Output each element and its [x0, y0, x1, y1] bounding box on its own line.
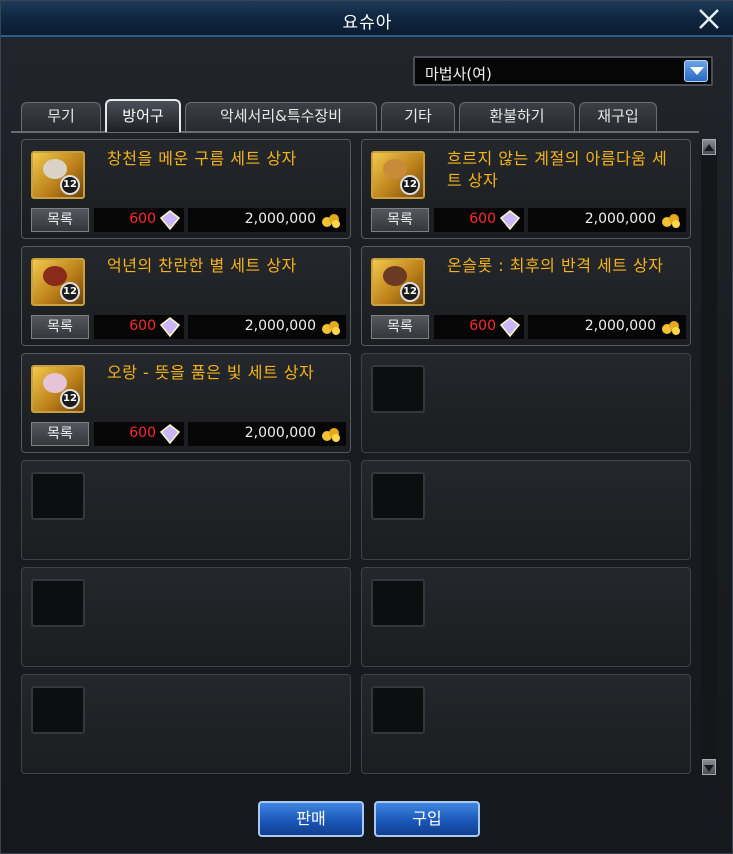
empty-icon-frame — [31, 472, 85, 520]
price-field: 2,000,000 — [188, 422, 346, 446]
item-slot[interactable]: 12 흐르지 않는 계절의 아름다움 세트 상자 목록 600 2,000,00… — [361, 139, 691, 239]
cost-field: 600 — [94, 422, 184, 446]
list-button[interactable]: 목록 — [371, 208, 429, 232]
price-field: 2,000,000 — [528, 315, 686, 339]
box-icon[interactable]: 12 — [371, 151, 425, 199]
tab-weapon[interactable]: 무기 — [21, 102, 101, 131]
empty-icon-frame — [371, 472, 425, 520]
level-badge: 12 — [60, 389, 80, 409]
cost-value: 600 — [469, 211, 496, 227]
empty-slot — [21, 460, 351, 560]
gold-icon — [322, 428, 340, 442]
buy-button[interactable]: 구입 — [374, 801, 480, 837]
item-name: 온슬롯 : 최후의 반격 세트 상자 — [447, 256, 664, 275]
item-slot[interactable]: 12 억년의 찬란한 별 세트 상자 목록 600 2,000,000 — [21, 246, 351, 346]
price-value: 2,000,000 — [584, 318, 656, 334]
box-icon[interactable]: 12 — [31, 151, 85, 199]
close-icon[interactable] — [696, 6, 722, 32]
item-slot[interactable]: 12 창천을 메운 구름 세트 상자 목록 600 2,000,000 — [21, 139, 351, 239]
scrollbar[interactable] — [701, 139, 717, 775]
empty-slot — [361, 460, 691, 560]
cost-value: 600 — [129, 318, 156, 334]
class-select[interactable]: 마법사(여) — [413, 56, 713, 86]
cost-field: 600 — [94, 208, 184, 232]
gold-icon — [322, 321, 340, 335]
price-field: 2,000,000 — [528, 208, 686, 232]
item-name: 흐르지 않는 계절의 아름다움 세트 상자 — [447, 149, 668, 190]
scroll-up-icon[interactable] — [702, 139, 716, 155]
item-slot[interactable]: 12 온슬롯 : 최후의 반격 세트 상자 목록 600 2,000,000 — [361, 246, 691, 346]
empty-icon-frame — [31, 686, 85, 734]
empty-slot — [21, 567, 351, 667]
item-name: 억년의 찬란한 별 세트 상자 — [107, 256, 297, 275]
empty-slot — [361, 674, 691, 774]
empty-icon-frame — [371, 365, 425, 413]
box-icon[interactable]: 12 — [31, 365, 85, 413]
gem-icon — [159, 424, 181, 444]
empty-slot — [361, 567, 691, 667]
sell-button[interactable]: 판매 — [258, 801, 364, 837]
empty-icon-frame — [371, 579, 425, 627]
list-button[interactable]: 목록 — [31, 315, 89, 339]
box-icon[interactable]: 12 — [371, 258, 425, 306]
list-button[interactable]: 목록 — [371, 315, 429, 339]
gold-icon — [662, 321, 680, 335]
item-list: 12 창천을 메운 구름 세트 상자 목록 600 2,000,000 12 흐… — [19, 139, 697, 777]
gem-icon — [159, 317, 181, 337]
gem-icon — [499, 210, 521, 230]
level-badge: 12 — [400, 175, 420, 195]
gem-icon — [159, 210, 181, 230]
cost-value: 600 — [129, 211, 156, 227]
price-field: 2,000,000 — [188, 208, 346, 232]
price-value: 2,000,000 — [244, 211, 316, 227]
price-value: 2,000,000 — [244, 318, 316, 334]
list-button[interactable]: 목록 — [31, 422, 89, 446]
list-button[interactable]: 목록 — [31, 208, 89, 232]
empty-slot — [21, 674, 351, 774]
item-name: 오랑 - 뜻을 품은 빛 세트 상자 — [107, 363, 315, 382]
title-bar[interactable]: 요슈아 — [1, 1, 733, 37]
level-badge: 12 — [60, 175, 80, 195]
cost-field: 600 — [94, 315, 184, 339]
gold-icon — [662, 214, 680, 228]
tab-rebuy[interactable]: 재구입 — [579, 102, 657, 131]
tab-armor[interactable]: 방어구 — [105, 99, 181, 132]
cost-field: 600 — [434, 315, 524, 339]
price-field: 2,000,000 — [188, 315, 346, 339]
empty-slot — [361, 353, 691, 453]
scroll-down-icon[interactable] — [702, 759, 716, 775]
shop-window: 요슈아 마법사(여) 무기 방어구 악세서리&특수장비 기타 환불하기 재구입 … — [0, 0, 733, 854]
level-badge: 12 — [400, 282, 420, 302]
cost-value: 600 — [469, 318, 496, 334]
box-icon[interactable]: 12 — [31, 258, 85, 306]
item-slot[interactable]: 12 오랑 - 뜻을 품은 빛 세트 상자 목록 600 2,000,000 — [21, 353, 351, 453]
cost-value: 600 — [129, 425, 156, 441]
level-badge: 12 — [60, 282, 80, 302]
gem-icon — [499, 317, 521, 337]
price-value: 2,000,000 — [244, 425, 316, 441]
window-title: 요슈아 — [342, 13, 393, 33]
tab-refund[interactable]: 환불하기 — [459, 102, 575, 131]
chevron-down-icon[interactable] — [684, 60, 708, 82]
class-select-value: 마법사(여) — [425, 65, 492, 83]
empty-icon-frame — [371, 686, 425, 734]
tab-etc[interactable]: 기타 — [381, 102, 455, 131]
tab-accessory-special[interactable]: 악세서리&특수장비 — [185, 102, 377, 131]
empty-icon-frame — [31, 579, 85, 627]
item-name: 창천을 메운 구름 세트 상자 — [107, 149, 297, 168]
price-value: 2,000,000 — [584, 211, 656, 227]
cost-field: 600 — [434, 208, 524, 232]
gold-icon — [322, 214, 340, 228]
